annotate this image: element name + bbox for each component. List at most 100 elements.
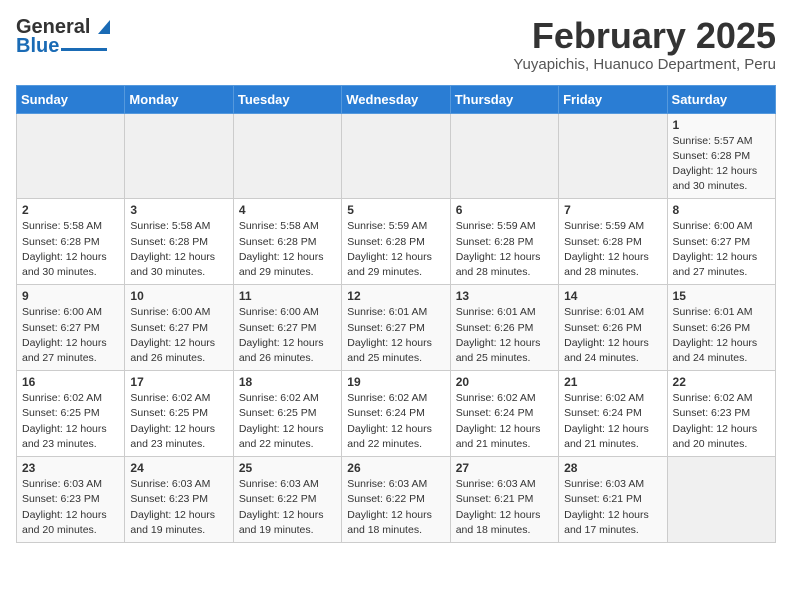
day-info: Sunrise: 6:01 AM Sunset: 6:26 PM Dayligh… (456, 305, 553, 366)
calendar-cell: 6 Sunrise: 5:59 AM Sunset: 6:28 PM Daylig… (450, 199, 558, 285)
calendar-cell: 11 Sunrise: 6:00 AM Sunset: 6:27 PM Dayli… (233, 285, 341, 371)
weekday-header-sunday: Sunday (17, 85, 125, 113)
day-info: Sunrise: 6:00 AM Sunset: 6:27 PM Dayligh… (239, 305, 336, 366)
day-info: Sunrise: 6:03 AM Sunset: 6:23 PM Dayligh… (130, 477, 227, 538)
calendar-cell (125, 113, 233, 199)
calendar-cell: 27 Sunrise: 6:03 AM Sunset: 6:21 PM Dayli… (450, 457, 558, 543)
day-number: 21 (564, 375, 661, 389)
weekday-header-wednesday: Wednesday (342, 85, 450, 113)
day-info: Sunrise: 5:57 AM Sunset: 6:28 PM Dayligh… (673, 134, 770, 195)
day-number: 8 (673, 203, 770, 217)
day-info: Sunrise: 6:01 AM Sunset: 6:27 PM Dayligh… (347, 305, 444, 366)
calendar-cell (450, 113, 558, 199)
day-info: Sunrise: 6:00 AM Sunset: 6:27 PM Dayligh… (130, 305, 227, 366)
calendar-cell: 23 Sunrise: 6:03 AM Sunset: 6:23 PM Dayli… (17, 457, 125, 543)
day-number: 7 (564, 203, 661, 217)
calendar-cell: 12 Sunrise: 6:01 AM Sunset: 6:27 PM Dayli… (342, 285, 450, 371)
day-number: 11 (239, 289, 336, 303)
location-text: Yuyapichis, Huanuco Department, Peru (513, 56, 776, 73)
day-number: 1 (673, 118, 770, 132)
day-info: Sunrise: 6:01 AM Sunset: 6:26 PM Dayligh… (673, 305, 770, 366)
day-number: 14 (564, 289, 661, 303)
day-number: 3 (130, 203, 227, 217)
calendar-cell: 10 Sunrise: 6:00 AM Sunset: 6:27 PM Dayli… (125, 285, 233, 371)
day-info: Sunrise: 5:58 AM Sunset: 6:28 PM Dayligh… (239, 219, 336, 280)
calendar-week-2: 2 Sunrise: 5:58 AM Sunset: 6:28 PM Daylig… (17, 199, 776, 285)
day-number: 22 (673, 375, 770, 389)
calendar-cell: 3 Sunrise: 5:58 AM Sunset: 6:28 PM Daylig… (125, 199, 233, 285)
calendar-cell: 1 Sunrise: 5:57 AM Sunset: 6:28 PM Daylig… (667, 113, 775, 199)
calendar-cell: 22 Sunrise: 6:02 AM Sunset: 6:23 PM Dayli… (667, 371, 775, 457)
weekday-header-friday: Friday (559, 85, 667, 113)
weekday-header-tuesday: Tuesday (233, 85, 341, 113)
day-number: 18 (239, 375, 336, 389)
day-info: Sunrise: 6:03 AM Sunset: 6:21 PM Dayligh… (456, 477, 553, 538)
calendar-cell: 26 Sunrise: 6:03 AM Sunset: 6:22 PM Dayli… (342, 457, 450, 543)
calendar-week-1: 1 Sunrise: 5:57 AM Sunset: 6:28 PM Daylig… (17, 113, 776, 199)
day-number: 27 (456, 461, 553, 475)
day-info: Sunrise: 6:03 AM Sunset: 6:22 PM Dayligh… (347, 477, 444, 538)
calendar-cell: 9 Sunrise: 6:00 AM Sunset: 6:27 PM Daylig… (17, 285, 125, 371)
calendar-cell: 25 Sunrise: 6:03 AM Sunset: 6:22 PM Dayli… (233, 457, 341, 543)
day-info: Sunrise: 5:59 AM Sunset: 6:28 PM Dayligh… (564, 219, 661, 280)
day-info: Sunrise: 5:59 AM Sunset: 6:28 PM Dayligh… (456, 219, 553, 280)
day-info: Sunrise: 5:59 AM Sunset: 6:28 PM Dayligh… (347, 219, 444, 280)
calendar-cell (17, 113, 125, 199)
day-number: 23 (22, 461, 119, 475)
day-number: 20 (456, 375, 553, 389)
calendar-cell: 19Sunrise: 6:02 AM Sunset: 6:24 PM Dayli… (342, 371, 450, 457)
day-info: Sunrise: 6:02 AM Sunset: 6:23 PM Dayligh… (673, 391, 770, 452)
day-info: Sunrise: 6:00 AM Sunset: 6:27 PM Dayligh… (22, 305, 119, 366)
day-info: Sunrise: 6:03 AM Sunset: 6:22 PM Dayligh… (239, 477, 336, 538)
calendar-cell (342, 113, 450, 199)
weekday-header-saturday: Saturday (667, 85, 775, 113)
calendar-cell: 28Sunrise: 6:03 AM Sunset: 6:21 PM Dayli… (559, 457, 667, 543)
day-number: 5 (347, 203, 444, 217)
calendar-cell: 5 Sunrise: 5:59 AM Sunset: 6:28 PM Daylig… (342, 199, 450, 285)
day-info: Sunrise: 6:02 AM Sunset: 6:25 PM Dayligh… (130, 391, 227, 452)
calendar-cell: 18 Sunrise: 6:02 AM Sunset: 6:25 PM Dayli… (233, 371, 341, 457)
calendar-cell: 20 Sunrise: 6:02 AM Sunset: 6:24 PM Dayli… (450, 371, 558, 457)
day-number: 26 (347, 461, 444, 475)
day-info: Sunrise: 6:02 AM Sunset: 6:25 PM Dayligh… (22, 391, 119, 452)
day-number: 10 (130, 289, 227, 303)
day-number: 6 (456, 203, 553, 217)
day-number: 19 (347, 375, 444, 389)
calendar-cell: 16 Sunrise: 6:02 AM Sunset: 6:25 PM Dayli… (17, 371, 125, 457)
calendar-cell: 24 Sunrise: 6:03 AM Sunset: 6:23 PM Dayli… (125, 457, 233, 543)
weekday-header-thursday: Thursday (450, 85, 558, 113)
calendar-table: SundayMondayTuesdayWednesdayThursdayFrid… (16, 85, 776, 543)
logo: General Blue (16, 16, 114, 58)
day-info: Sunrise: 5:58 AM Sunset: 6:28 PM Dayligh… (130, 219, 227, 280)
page-header: General Blue February 2025 Yuyapichis, H… (16, 16, 776, 73)
day-number: 2 (22, 203, 119, 217)
calendar-cell: 8 Sunrise: 6:00 AM Sunset: 6:27 PM Daylig… (667, 199, 775, 285)
day-info: Sunrise: 6:02 AM Sunset: 6:25 PM Dayligh… (239, 391, 336, 452)
day-number: 4 (239, 203, 336, 217)
day-info: Sunrise: 6:02 AM Sunset: 6:24 PM Dayligh… (456, 391, 553, 452)
day-info: Sunrise: 6:03 AM Sunset: 6:21 PM Dayligh… (564, 477, 661, 538)
day-number: 24 (130, 461, 227, 475)
logo-blue-text: Blue (16, 35, 59, 58)
day-info: Sunrise: 6:00 AM Sunset: 6:27 PM Dayligh… (673, 219, 770, 280)
day-number: 25 (239, 461, 336, 475)
day-info: Sunrise: 6:03 AM Sunset: 6:23 PM Dayligh… (22, 477, 119, 538)
day-number: 9 (22, 289, 119, 303)
day-number: 15 (673, 289, 770, 303)
day-number: 17 (130, 375, 227, 389)
day-info: Sunrise: 6:02 AM Sunset: 6:24 PM Dayligh… (564, 391, 661, 452)
month-title: February 2025 (513, 16, 776, 56)
day-info: Sunrise: 5:58 AM Sunset: 6:28 PM Dayligh… (22, 219, 119, 280)
calendar-cell: 2 Sunrise: 5:58 AM Sunset: 6:28 PM Daylig… (17, 199, 125, 285)
title-section: February 2025 Yuyapichis, Huanuco Depart… (513, 16, 776, 73)
day-number: 16 (22, 375, 119, 389)
calendar-cell: 14Sunrise: 6:01 AM Sunset: 6:26 PM Dayli… (559, 285, 667, 371)
calendar-cell: 17 Sunrise: 6:02 AM Sunset: 6:25 PM Dayli… (125, 371, 233, 457)
day-number: 13 (456, 289, 553, 303)
calendar-cell (559, 113, 667, 199)
calendar-cell: 15 Sunrise: 6:01 AM Sunset: 6:26 PM Dayli… (667, 285, 775, 371)
day-number: 12 (347, 289, 444, 303)
calendar-cell: 4 Sunrise: 5:58 AM Sunset: 6:28 PM Daylig… (233, 199, 341, 285)
calendar-header-row: SundayMondayTuesdayWednesdayThursdayFrid… (17, 85, 776, 113)
calendar-week-5: 23 Sunrise: 6:03 AM Sunset: 6:23 PM Dayli… (17, 457, 776, 543)
